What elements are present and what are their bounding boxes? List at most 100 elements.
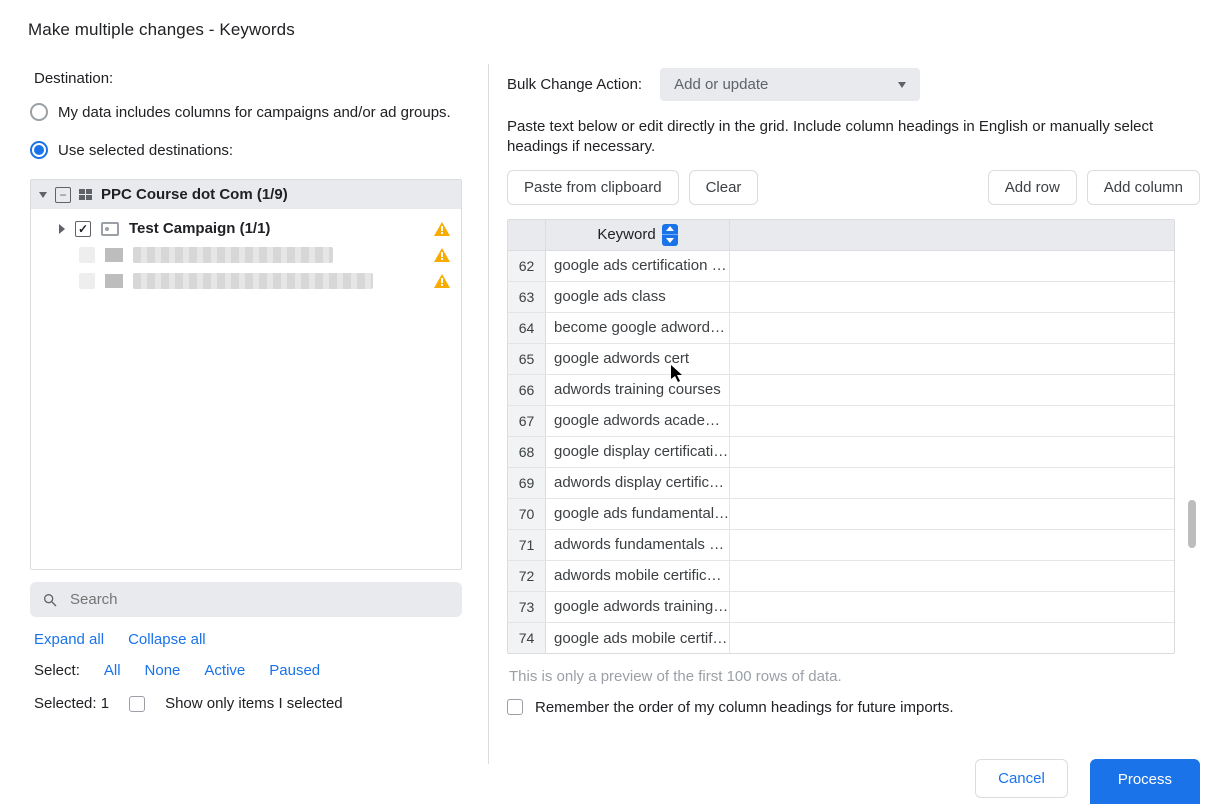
row-number: 63 xyxy=(508,282,546,312)
row-number: 68 xyxy=(508,437,546,467)
process-button[interactable]: Process xyxy=(1090,759,1200,804)
scrollbar-thumb[interactable] xyxy=(1188,500,1196,548)
caret-right-icon[interactable] xyxy=(59,224,65,234)
row-number: 62 xyxy=(508,251,546,281)
table-row[interactable]: 70google ads fundamental… xyxy=(508,499,1174,530)
chevron-up-icon xyxy=(666,226,674,231)
cell-empty[interactable] xyxy=(730,561,1174,591)
cell-empty[interactable] xyxy=(730,251,1174,281)
cell-keyword[interactable]: google ads class xyxy=(546,282,730,312)
row-number: 71 xyxy=(508,530,546,560)
radio-selected-row[interactable]: Use selected destinations: xyxy=(30,141,464,159)
cell-empty[interactable] xyxy=(730,313,1174,343)
warning-icon xyxy=(433,247,451,263)
tree-root-row[interactable]: − PPC Course dot Com (1/9) xyxy=(31,180,461,209)
show-only-label: Show only items I selected xyxy=(165,695,343,712)
chevron-down-icon xyxy=(666,238,674,243)
tree-root-label: PPC Course dot Com (1/9) xyxy=(101,186,288,203)
table-row[interactable]: 68google display certificati… xyxy=(508,437,1174,468)
cell-keyword[interactable]: adwords training courses xyxy=(546,375,730,405)
table-row[interactable]: 63google ads class xyxy=(508,282,1174,313)
select-paused-link[interactable]: Paused xyxy=(269,662,320,679)
expand-all-link[interactable]: Expand all xyxy=(34,631,104,648)
placeholder-icon xyxy=(79,273,95,289)
chevron-down-icon xyxy=(898,82,906,88)
cancel-button[interactable]: Cancel xyxy=(975,759,1068,798)
cell-keyword[interactable]: google ads fundamental… xyxy=(546,499,730,529)
cell-keyword[interactable]: google adwords training… xyxy=(546,592,730,622)
cell-empty[interactable] xyxy=(730,592,1174,622)
tree-item-label: Test Campaign (1/1) xyxy=(129,220,270,237)
row-number: 70 xyxy=(508,499,546,529)
cell-empty[interactable] xyxy=(730,530,1174,560)
table-row[interactable]: 66adwords training courses xyxy=(508,375,1174,406)
column-header-keyword[interactable]: Keyword xyxy=(546,220,730,250)
tree-item-redacted[interactable] xyxy=(35,242,457,268)
row-number: 73 xyxy=(508,592,546,622)
search-box[interactable] xyxy=(30,582,462,617)
placeholder-icon xyxy=(105,248,123,262)
cell-keyword[interactable]: google ads mobile certif… xyxy=(546,623,730,653)
cell-empty[interactable] xyxy=(730,437,1174,467)
cell-empty[interactable] xyxy=(730,406,1174,436)
caret-down-icon[interactable] xyxy=(39,192,47,198)
table-row[interactable]: 73google adwords training… xyxy=(508,592,1174,623)
show-only-checkbox[interactable] xyxy=(129,696,145,712)
search-icon xyxy=(42,592,58,608)
cell-keyword[interactable]: google adwords cert xyxy=(546,344,730,374)
select-label: Select: xyxy=(34,662,80,679)
radio-columns-label: My data includes columns for campaigns a… xyxy=(58,104,451,121)
search-input[interactable] xyxy=(68,590,450,609)
redacted-label xyxy=(133,247,333,263)
column-header-label: Keyword xyxy=(597,226,655,243)
warning-icon xyxy=(433,273,451,289)
table-row[interactable]: 64become google adword… xyxy=(508,313,1174,344)
radio-checked-icon[interactable] xyxy=(30,141,48,159)
table-row[interactable]: 72adwords mobile certific… xyxy=(508,561,1174,592)
redacted-label xyxy=(133,273,373,289)
table-row[interactable]: 69adwords display certific… xyxy=(508,468,1174,499)
cell-empty[interactable] xyxy=(730,623,1174,653)
cell-keyword[interactable]: google ads certification … xyxy=(546,251,730,281)
remember-checkbox[interactable] xyxy=(507,699,523,715)
add-column-button[interactable]: Add column xyxy=(1087,170,1200,205)
cell-keyword[interactable]: google display certificati… xyxy=(546,437,730,467)
select-none-link[interactable]: None xyxy=(145,662,181,679)
table-row[interactable]: 62google ads certification … xyxy=(508,251,1174,282)
select-active-link[interactable]: Active xyxy=(204,662,245,679)
select-all-link[interactable]: All xyxy=(104,662,121,679)
tree-item-test-campaign[interactable]: Test Campaign (1/1) xyxy=(35,215,457,242)
cell-empty[interactable] xyxy=(730,468,1174,498)
instruction-text: Paste text below or edit directly in the… xyxy=(507,117,1167,158)
collapse-all-link[interactable]: Collapse all xyxy=(128,631,206,648)
cell-empty[interactable] xyxy=(730,499,1174,529)
row-number: 69 xyxy=(508,468,546,498)
radio-unchecked-icon[interactable] xyxy=(30,103,48,121)
campaign-icon xyxy=(101,222,119,236)
cell-keyword[interactable]: adwords mobile certific… xyxy=(546,561,730,591)
cell-keyword[interactable]: google adwords acade… xyxy=(546,406,730,436)
cell-empty[interactable] xyxy=(730,375,1174,405)
add-row-button[interactable]: Add row xyxy=(988,170,1077,205)
table-row[interactable]: 65google adwords cert xyxy=(508,344,1174,375)
column-select-stepper[interactable] xyxy=(662,224,678,246)
cell-keyword[interactable]: adwords display certific… xyxy=(546,468,730,498)
table-row[interactable]: 67google adwords acade… xyxy=(508,406,1174,437)
cell-keyword[interactable]: adwords fundamentals … xyxy=(546,530,730,560)
bulk-change-dropdown[interactable]: Add or update xyxy=(660,68,920,101)
radio-columns-row[interactable]: My data includes columns for campaigns a… xyxy=(30,103,464,121)
tristate-checkbox-icon[interactable]: − xyxy=(55,187,71,203)
cell-empty[interactable] xyxy=(730,344,1174,374)
table-row[interactable]: 71adwords fundamentals … xyxy=(508,530,1174,561)
clear-button[interactable]: Clear xyxy=(689,170,759,205)
data-grid[interactable]: Keyword 62google ads certification …63go… xyxy=(507,219,1175,654)
grid-corner xyxy=(508,220,546,250)
paste-button[interactable]: Paste from clipboard xyxy=(507,170,679,205)
cell-keyword[interactable]: become google adword… xyxy=(546,313,730,343)
destination-heading: Destination: xyxy=(34,70,464,87)
checkbox-checked-icon[interactable] xyxy=(75,221,91,237)
table-row[interactable]: 74google ads mobile certif… xyxy=(508,623,1174,653)
row-number: 74 xyxy=(508,623,546,653)
cell-empty[interactable] xyxy=(730,282,1174,312)
tree-item-redacted[interactable] xyxy=(35,268,457,294)
